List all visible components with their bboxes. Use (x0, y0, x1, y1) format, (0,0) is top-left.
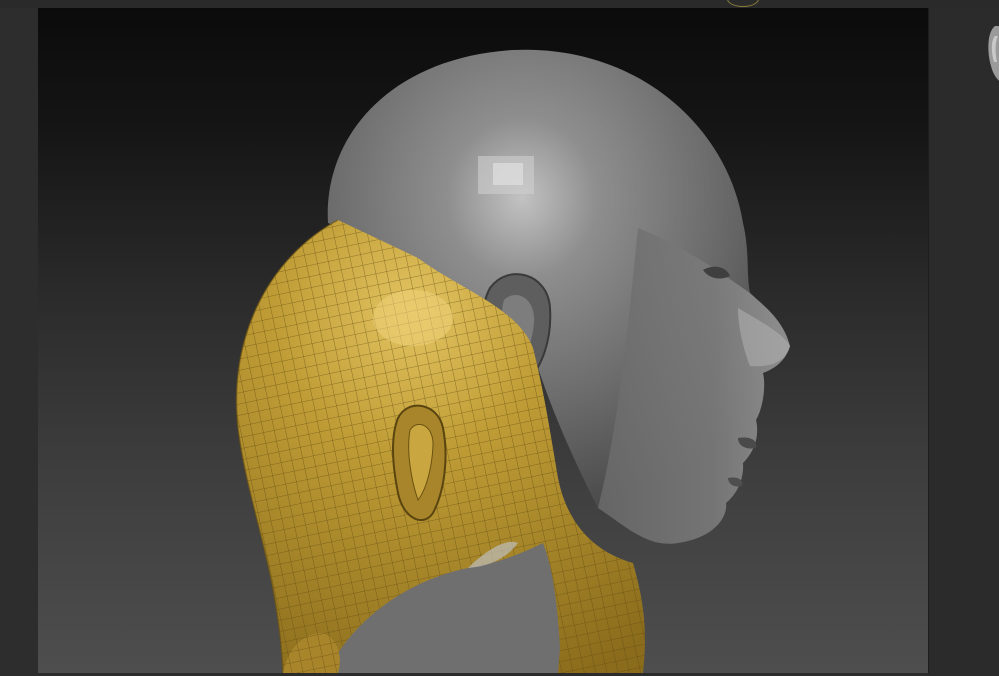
model-thumbnail-icon[interactable] (985, 22, 999, 86)
right-tray (929, 8, 999, 676)
head-model-icon[interactable] (38, 8, 928, 673)
left-shelf (0, 8, 38, 676)
canvas-viewport[interactable] (38, 8, 929, 673)
circle-indicator-icon[interactable] (727, 0, 759, 7)
